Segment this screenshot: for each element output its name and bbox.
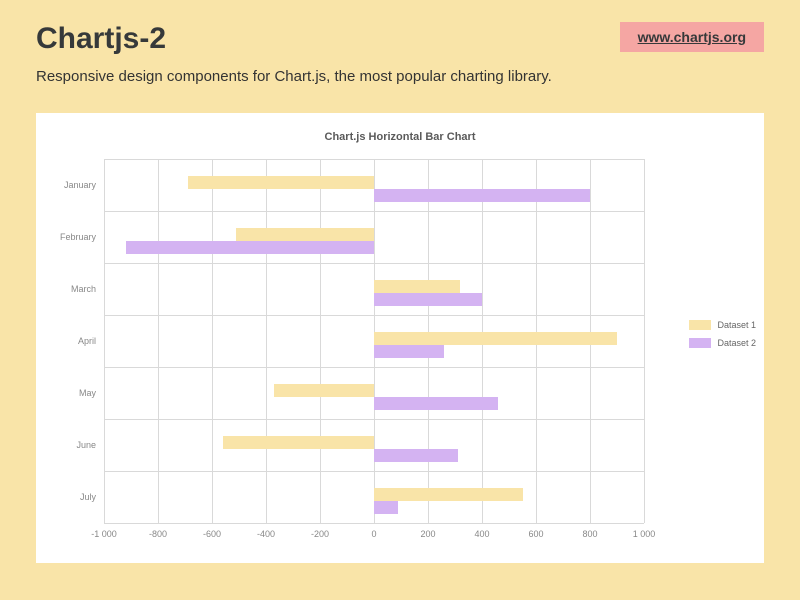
bar <box>374 501 398 514</box>
x-tick-label: -600 <box>203 529 221 539</box>
bar <box>188 176 374 189</box>
legend-label: Dataset 2 <box>717 338 756 348</box>
legend-label: Dataset 1 <box>717 320 756 330</box>
y-tick-label: January <box>64 180 96 190</box>
x-tick-label: 800 <box>582 529 597 539</box>
gridline <box>104 315 644 316</box>
x-tick-label: 200 <box>420 529 435 539</box>
legend-item: Dataset 2 <box>689 338 756 348</box>
legend-swatch-icon <box>689 338 711 348</box>
bar <box>374 332 617 345</box>
y-tick-label: June <box>76 440 96 450</box>
bar <box>374 293 482 306</box>
x-tick-label: 1 000 <box>633 529 656 539</box>
x-tick-label: 0 <box>371 529 376 539</box>
gridline <box>644 159 645 523</box>
chart-plot-area: -1 000-800-600-400-20002004006008001 000… <box>104 159 644 523</box>
gridline <box>266 159 267 523</box>
y-tick-label: March <box>71 284 96 294</box>
y-tick-label: February <box>60 232 96 242</box>
y-tick-label: July <box>80 492 96 502</box>
bar <box>374 189 590 202</box>
page-subtitle: Responsive design components for Chart.j… <box>0 62 800 85</box>
bar <box>374 449 458 462</box>
gridline <box>104 367 644 368</box>
chart-legend: Dataset 1 Dataset 2 <box>689 320 756 356</box>
x-tick-label: -400 <box>257 529 275 539</box>
gridline <box>104 523 644 524</box>
gridline <box>104 159 105 523</box>
bar <box>274 384 374 397</box>
chart-container: Chart.js Horizontal Bar Chart -1 000-800… <box>36 113 764 563</box>
x-tick-label: 400 <box>474 529 489 539</box>
gridline <box>104 419 644 420</box>
bar <box>126 241 374 254</box>
x-tick-label: 600 <box>528 529 543 539</box>
bar <box>374 280 460 293</box>
gridline <box>104 471 644 472</box>
bar <box>236 228 374 241</box>
chartjs-link[interactable]: www.chartjs.org <box>620 22 764 52</box>
legend-swatch-icon <box>689 320 711 330</box>
legend-item: Dataset 1 <box>689 320 756 330</box>
bar <box>374 488 523 501</box>
x-tick-label: -200 <box>311 529 329 539</box>
gridline <box>320 159 321 523</box>
gridline <box>104 211 644 212</box>
x-tick-label: -1 000 <box>91 529 117 539</box>
gridline <box>212 159 213 523</box>
y-tick-label: May <box>79 388 96 398</box>
bar <box>374 345 444 358</box>
chart-title: Chart.js Horizontal Bar Chart <box>36 131 764 143</box>
bar <box>223 436 374 449</box>
gridline <box>158 159 159 523</box>
bar <box>374 397 498 410</box>
gridline <box>104 263 644 264</box>
page-title: Chartjs-2 <box>36 22 166 56</box>
y-tick-label: April <box>78 336 96 346</box>
gridline <box>104 159 644 160</box>
x-tick-label: -800 <box>149 529 167 539</box>
